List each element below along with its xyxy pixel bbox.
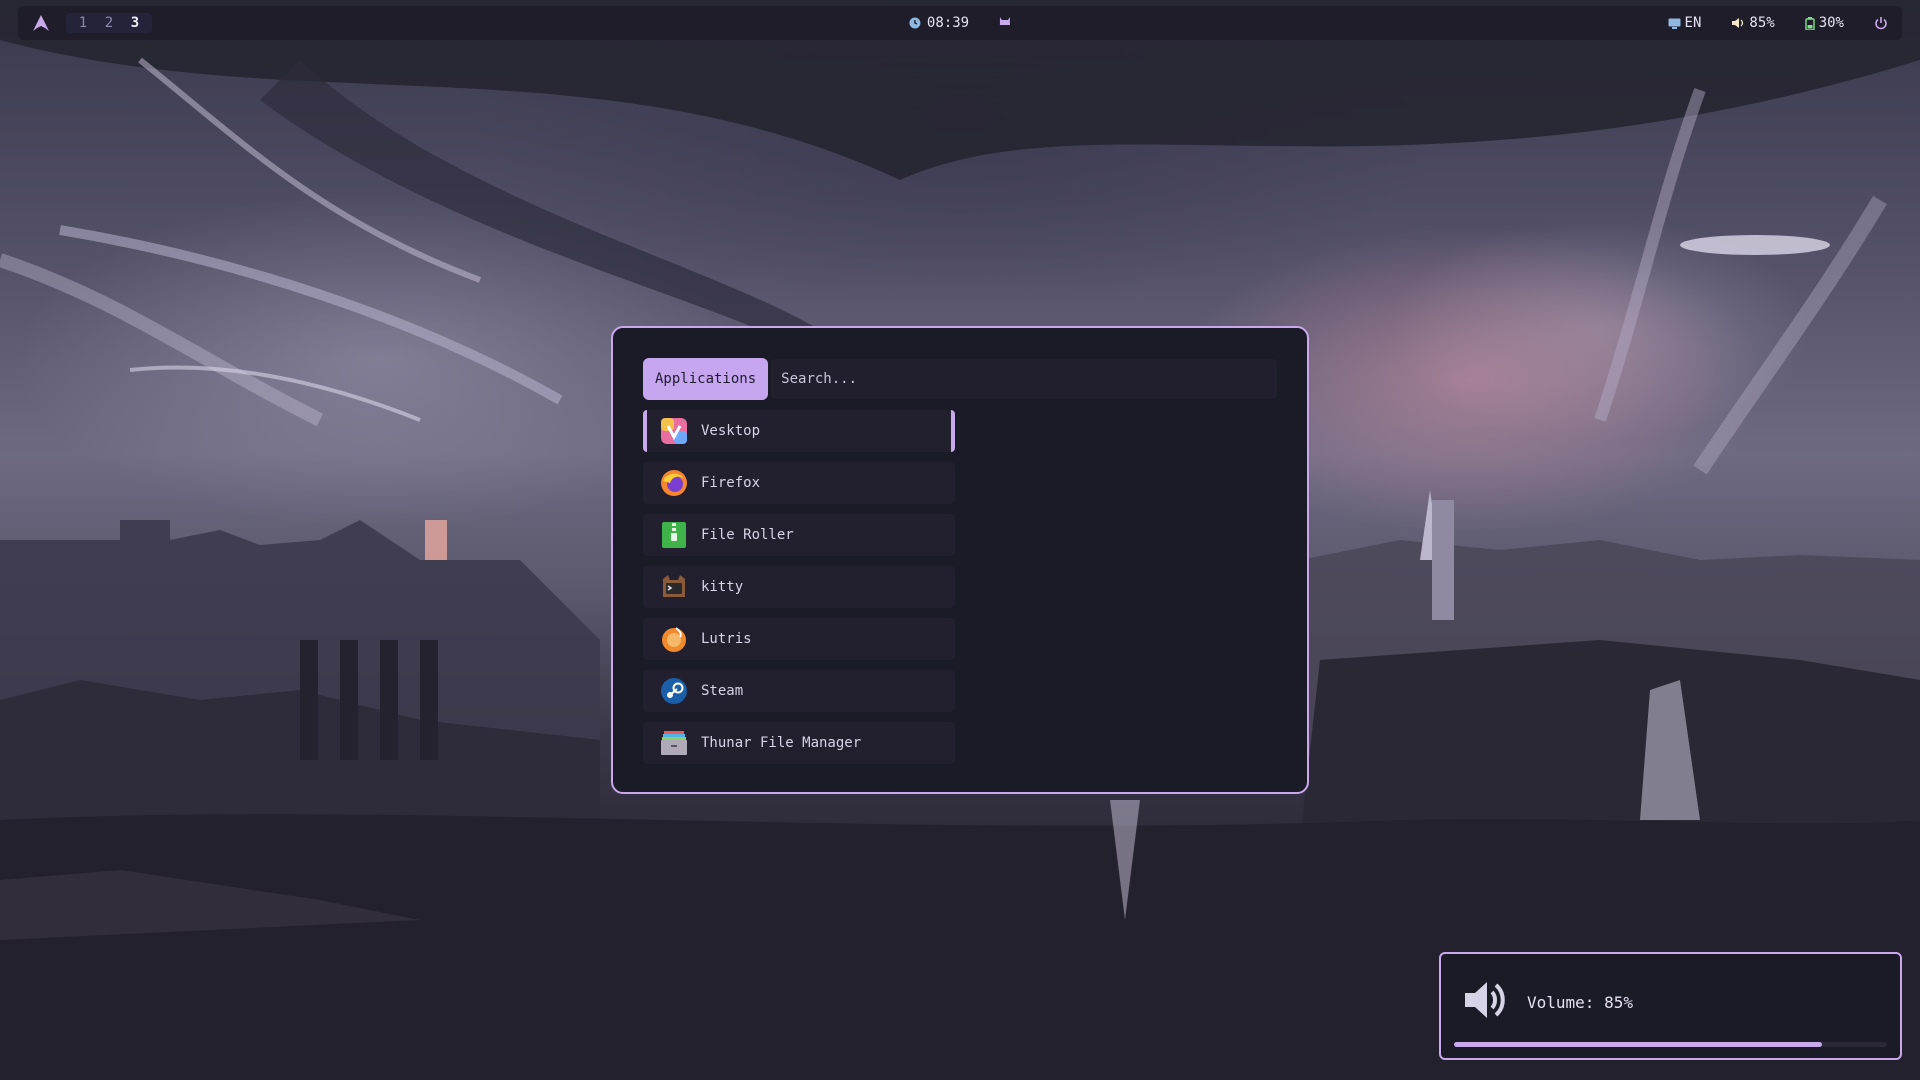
volume-level-bar: [1454, 1042, 1887, 1047]
battery-indicator[interactable]: 30%: [1805, 15, 1844, 31]
osd-label: Volume: 85%: [1527, 992, 1633, 1012]
workspace-3[interactable]: 3: [122, 15, 148, 31]
file-manager-icon: [659, 728, 689, 758]
workspace-switcher: 1 2 3: [66, 13, 152, 33]
app-label: Lutris: [701, 631, 752, 647]
keyboard-layout[interactable]: EN: [1668, 15, 1702, 31]
tray-cat-icon[interactable]: [999, 15, 1011, 31]
volume-osd: Volume: 85%: [1439, 952, 1902, 1060]
keyboard-icon: [1668, 18, 1681, 29]
steam-icon: [659, 676, 689, 706]
mode-applications-button[interactable]: Applications: [643, 358, 769, 400]
battery-value: 30%: [1818, 15, 1844, 31]
search-input[interactable]: [781, 371, 1277, 387]
app-list: Vesktop Firefox File Roller kitty Lutris: [643, 410, 955, 764]
app-item-file-roller[interactable]: File Roller: [643, 514, 955, 556]
power-button[interactable]: [1874, 16, 1888, 30]
app-label: Vesktop: [701, 423, 761, 439]
app-item-thunar[interactable]: Thunar File Manager: [643, 722, 955, 764]
app-item-vesktop[interactable]: Vesktop: [643, 410, 955, 452]
keyboard-layout-label: EN: [1684, 15, 1702, 31]
archive-icon: [659, 520, 689, 550]
workspace-2[interactable]: 2: [96, 15, 122, 31]
lutris-icon: [659, 624, 689, 654]
battery-icon: [1805, 16, 1815, 30]
clock-time: 08:39: [926, 15, 970, 31]
top-bar: 1 2 3 08:39 EN 85% 30%: [18, 6, 1902, 40]
app-label: Steam: [701, 683, 744, 699]
speaker-icon: [1732, 18, 1744, 28]
app-launcher: Applications Vesktop Firefox File Roller: [611, 326, 1309, 794]
app-item-kitty[interactable]: kitty: [643, 566, 955, 608]
volume-value: 85%: [1749, 15, 1775, 31]
clock-icon: [909, 17, 921, 29]
firefox-icon: [659, 468, 689, 498]
volume-level-fill: [1454, 1042, 1823, 1047]
arch-logo-icon[interactable]: [30, 12, 52, 34]
app-label: Firefox: [701, 475, 761, 491]
app-item-steam[interactable]: Steam: [643, 670, 955, 712]
app-item-firefox[interactable]: Firefox: [643, 462, 955, 504]
launcher-header: Applications: [643, 358, 1277, 400]
kitty-icon: [659, 572, 689, 602]
app-item-lutris[interactable]: Lutris: [643, 618, 955, 660]
vesktop-icon: [659, 416, 689, 446]
speaker-icon: [1461, 976, 1509, 1028]
app-label: Thunar File Manager: [701, 735, 862, 751]
clock[interactable]: 08:39: [909, 15, 969, 31]
power-icon: [1875, 17, 1887, 30]
app-label: kitty: [701, 579, 744, 595]
app-label: File Roller: [701, 527, 794, 543]
search-box[interactable]: [771, 359, 1277, 399]
volume-indicator[interactable]: 85%: [1731, 15, 1775, 31]
workspace-1[interactable]: 1: [70, 15, 96, 31]
